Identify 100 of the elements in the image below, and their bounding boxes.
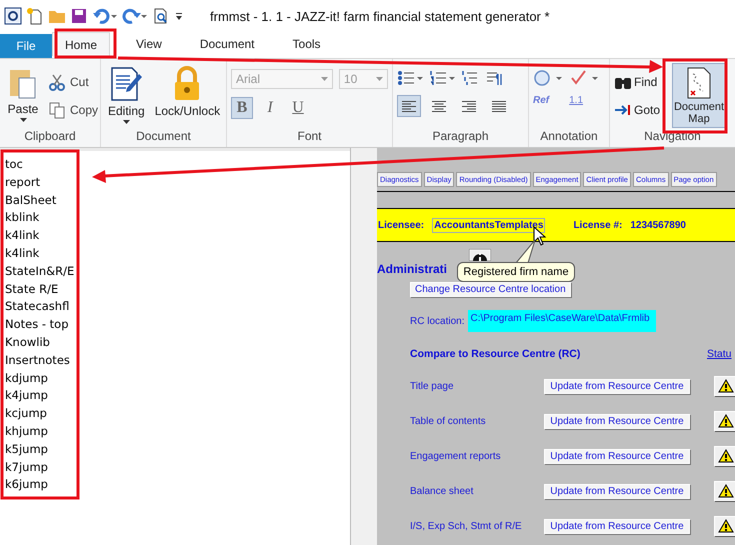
- ribbon-tab[interactable]: Home: [52, 32, 110, 56]
- tooltip-text: Registered firm name: [463, 266, 569, 278]
- app-icon[interactable]: [4, 7, 22, 25]
- rc-location-label: RC location:: [410, 316, 464, 326]
- caret-icon: [320, 76, 328, 82]
- caret-icon: [376, 76, 383, 82]
- row-label: I/S, Exp Sch, Stmt of R/E: [410, 520, 523, 532]
- license-number-label: License #:: [573, 220, 622, 230]
- document-map-item[interactable]: k7jump: [5, 458, 48, 476]
- licensee-field[interactable]: AccountantsTemplates: [432, 218, 546, 232]
- update-button[interactable]: Update from Resource Centre: [544, 414, 690, 428]
- license-number: 1234567890: [630, 220, 686, 230]
- row-label: Title page: [410, 380, 455, 392]
- update-button[interactable]: Update from Resource Centre: [544, 448, 690, 464]
- new-file-icon[interactable]: [26, 7, 44, 25]
- bullet-list-icon[interactable]: [397, 69, 423, 87]
- text-align-icon: [431, 99, 447, 113]
- editing-button[interactable]: Editing: [105, 63, 148, 128]
- ribbon-tab[interactable]: View: [124, 32, 174, 56]
- group-label: Annotation: [540, 129, 598, 143]
- licensee-label: Licensee:: [378, 220, 424, 230]
- document-map-item[interactable]: kcjump: [5, 405, 47, 423]
- status-link[interactable]: Statu: [707, 348, 732, 360]
- section-heading: Administrati: [377, 262, 448, 276]
- row-label: Table of contents: [410, 416, 487, 426]
- row-label: Engagement reports: [410, 450, 502, 462]
- document-map-item[interactable]: k6jump: [5, 476, 48, 494]
- document-map-item[interactable]: k4link: [5, 227, 40, 245]
- caret-icon: [20, 118, 26, 123]
- text-align-icon: [461, 99, 477, 113]
- caret-icon: [122, 120, 130, 125]
- update-button[interactable]: Update from Resource Centre: [544, 378, 690, 394]
- redo-icon[interactable]: [122, 7, 148, 25]
- checkmark-icon[interactable]: [569, 69, 599, 87]
- ribbon-tab[interactable]: File: [0, 34, 52, 58]
- circle-icon[interactable]: [533, 69, 563, 87]
- section-heading: Compare to Resource Centre (RC): [410, 348, 582, 360]
- document-map-item[interactable]: toc: [5, 156, 23, 174]
- warning-icon: [718, 449, 734, 463]
- font-style-button[interactable]: U: [287, 97, 309, 119]
- numbered-list-icon[interactable]: [429, 69, 455, 87]
- multilevel-list-icon[interactable]: [461, 69, 479, 87]
- ribbon-tab[interactable]: Tools: [280, 32, 333, 56]
- document-map-item[interactable]: k4link: [5, 244, 40, 263]
- ribbon-tab[interactable]: Document: [188, 32, 267, 56]
- warning-button[interactable]: [714, 376, 735, 396]
- document-map-item[interactable]: kdjump: [5, 370, 48, 388]
- document-map-item[interactable]: Insertnotes: [5, 352, 70, 370]
- document-map-item[interactable]: Statecashfl: [5, 298, 70, 316]
- group-label: Navigation: [644, 129, 701, 143]
- save-icon[interactable]: [70, 7, 88, 25]
- document-map-item[interactable]: khjump: [5, 422, 48, 441]
- copy-button[interactable]: Copy: [46, 99, 100, 121]
- rc-location-field: C:\Program Files\CaseWare\Data\Frmlib: [468, 310, 656, 332]
- highlight-box: [54, 28, 116, 58]
- document-map-item[interactable]: Notes - top: [5, 316, 69, 334]
- row-label: Balance sheet: [410, 486, 474, 496]
- document-map-item[interactable]: k4jump: [5, 387, 48, 406]
- warning-button[interactable]: [714, 516, 735, 536]
- document-map-item[interactable]: kblink: [5, 209, 40, 228]
- update-button[interactable]: Update from Resource Centre: [544, 484, 690, 498]
- font-style-button[interactable]: I: [259, 97, 281, 119]
- group-label: Clipboard: [24, 129, 76, 143]
- warning-icon: [718, 519, 734, 533]
- document-map-item[interactable]: report: [5, 174, 40, 192]
- undo-icon[interactable]: [92, 7, 118, 25]
- warning-button[interactable]: [714, 481, 735, 501]
- text-align-icon: [401, 99, 417, 113]
- map-icon: [686, 66, 712, 100]
- font-style-button[interactable]: B: [231, 97, 253, 119]
- paste-button[interactable]: Paste: [4, 63, 42, 126]
- warning-icon: [718, 484, 734, 498]
- lock-button[interactable]: Lock/Unlock: [152, 63, 224, 121]
- text-align-icon: [491, 99, 507, 113]
- warning-button[interactable]: [714, 411, 735, 431]
- align-button[interactable]: [397, 95, 421, 117]
- update-button[interactable]: Update from Resource Centre: [544, 518, 690, 534]
- warning-icon: [718, 414, 734, 428]
- warning-icon: [718, 379, 734, 393]
- document-pen-icon: [109, 66, 144, 102]
- change-location-button[interactable]: Change Resource Centre location: [410, 282, 571, 297]
- info-icon[interactable]: [469, 249, 491, 261]
- document-map-item[interactable]: StateIn&R/E: [5, 262, 74, 281]
- warning-button[interactable]: [714, 446, 735, 466]
- find-button[interactable]: Find: [614, 71, 668, 93]
- numbering-icon[interactable]: 1.1: [569, 95, 584, 106]
- document-map-item[interactable]: State R/E: [5, 280, 58, 298]
- window-title: frmmst - 1. 1 - JAZZ-it! farm financial statement generator *: [210, 8, 550, 24]
- document-map-item[interactable]: k5jump: [5, 440, 48, 459]
- scissors-icon: [48, 73, 66, 91]
- reference-icon[interactable]: Ref: [533, 95, 550, 106]
- goto-button[interactable]: Goto: [614, 99, 668, 121]
- document-map-item[interactable]: Knowlib: [5, 334, 50, 352]
- copy-icon: [48, 101, 66, 119]
- cut-button[interactable]: Cut: [46, 71, 100, 93]
- group-label: Font: [297, 129, 322, 143]
- document-map-item[interactable]: BalSheet: [5, 192, 56, 210]
- group-label: Paragraph: [432, 129, 489, 143]
- document-map-button[interactable]: Document Map: [672, 63, 726, 128]
- group-label: Document: [136, 129, 191, 143]
